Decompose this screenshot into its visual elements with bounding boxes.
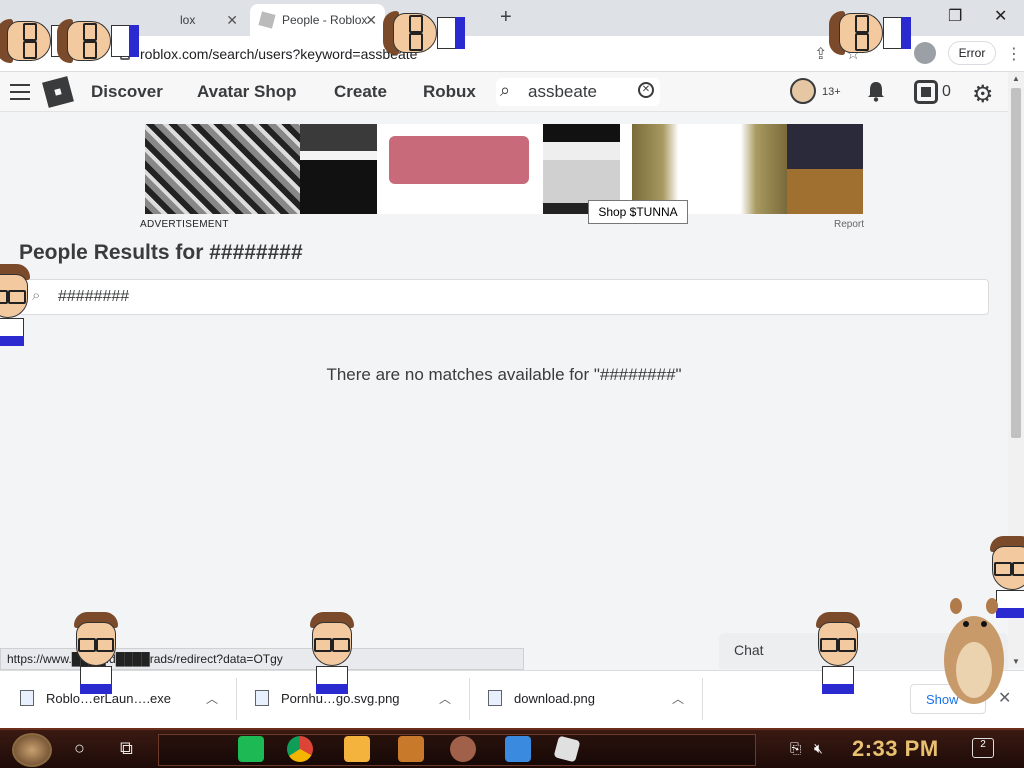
onedrive-app-icon[interactable] <box>505 736 531 762</box>
download-item[interactable]: download.png ︿ <box>488 678 698 718</box>
share-icon[interactable]: ⇪ <box>814 44 827 64</box>
gear-icon[interactable]: ⚙ <box>972 80 994 109</box>
hamburger-menu-icon[interactable] <box>10 84 30 100</box>
nav-create[interactable]: Create <box>334 82 387 102</box>
people-search-value: ######## <box>58 288 130 305</box>
clear-search-icon[interactable]: ✕ <box>638 82 654 98</box>
clock[interactable]: 2:33 PM <box>852 736 939 762</box>
download-name: download.png <box>514 690 595 706</box>
chevron-up-icon[interactable]: ︿ <box>672 690 684 707</box>
chrome-app-icon[interactable] <box>287 736 313 762</box>
ad-image <box>377 124 543 214</box>
cartoon-character-overlay <box>57 11 139 71</box>
notification-center-icon[interactable]: 2 <box>972 738 994 758</box>
search-value: assbeate <box>528 82 597 101</box>
task-view-icon[interactable]: ⧉ <box>120 738 133 759</box>
cartoon-character-overlay <box>302 612 362 694</box>
spotify-app-icon[interactable] <box>238 736 264 762</box>
robux-count: 0 <box>942 83 951 100</box>
scroll-down-icon[interactable]: ▼ <box>1012 657 1020 666</box>
divider <box>236 678 237 720</box>
more-menu-icon[interactable]: ⋮ <box>1006 44 1022 64</box>
advertisement-banner[interactable] <box>145 124 863 214</box>
close-window-icon[interactable]: ✕ <box>994 6 1007 26</box>
cartoon-character-overlay <box>0 264 38 346</box>
tab-people-roblox[interactable]: People - Roblox ✕ <box>250 4 385 36</box>
roblox-favicon-icon <box>258 11 276 29</box>
close-icon[interactable]: ✕ <box>226 12 238 29</box>
restore-window-icon[interactable]: ❐ <box>948 6 962 26</box>
exe-file-icon <box>20 690 34 706</box>
ad-report-link[interactable]: Report <box>834 219 864 230</box>
ad-image <box>787 124 863 214</box>
url-field[interactable]: roblox.com/search/users?keyword=assbeate <box>112 40 872 68</box>
image-file-icon <box>488 690 502 706</box>
cartoon-character-overlay <box>383 3 465 63</box>
people-search-input[interactable]: ⌕ ######## <box>19 279 989 315</box>
cartoon-character-overlay <box>66 612 126 694</box>
roblox-logo-icon[interactable] <box>42 76 74 108</box>
chevron-up-icon[interactable]: ︿ <box>206 690 218 707</box>
nav-avatar-shop[interactable]: Avatar Shop <box>197 82 297 102</box>
media-app-icon[interactable] <box>450 736 476 762</box>
roblox-search-input[interactable]: ⌕ assbeate ✕ <box>496 78 660 106</box>
age-badge: 13+ <box>822 86 841 98</box>
search-circle-icon[interactable]: ○ <box>74 738 85 759</box>
close-icon[interactable]: ✕ <box>365 12 377 29</box>
user-avatar[interactable] <box>790 78 816 104</box>
network-icon[interactable]: ⎘ <box>790 740 801 757</box>
file-explorer-icon[interactable] <box>344 736 370 762</box>
search-icon: ⌕ <box>500 80 511 100</box>
tab-title: People - Roblox <box>282 13 368 27</box>
hamster-overlay <box>944 598 1004 704</box>
ad-image <box>300 124 377 214</box>
chevron-up-icon[interactable]: ︿ <box>439 690 451 707</box>
error-button[interactable]: Error <box>948 41 996 65</box>
robux-icon[interactable] <box>914 80 938 104</box>
profile-avatar-icon[interactable] <box>914 42 936 64</box>
volume-muted-icon[interactable]: 🔇︎ <box>814 740 823 757</box>
divider <box>702 678 703 720</box>
page-title: People Results for ######## <box>19 241 303 264</box>
cartoon-character-overlay <box>808 612 868 694</box>
nav-discover[interactable]: Discover <box>91 82 163 102</box>
scroll-up-icon[interactable]: ▲ <box>1012 74 1020 83</box>
no-results-message: There are no matches available for "####… <box>326 365 682 384</box>
notification-bell-icon[interactable] <box>866 80 886 102</box>
nav-robux[interactable]: Robux <box>423 82 476 102</box>
cartoon-character-overlay <box>829 3 911 63</box>
ad-tooltip: Shop $TUNNA <box>588 200 688 224</box>
ad-image <box>145 124 300 214</box>
start-button-icon[interactable] <box>12 733 52 767</box>
document-app-icon[interactable] <box>398 736 424 762</box>
new-tab-icon[interactable]: + <box>500 6 512 29</box>
image-file-icon <box>255 690 269 706</box>
roblox-header: Discover Avatar Shop Create Robux ⌕ assb… <box>0 72 1008 112</box>
tab-title: lox <box>180 13 196 27</box>
url-text: roblox.com/search/users?keyword=assbeate <box>140 46 418 62</box>
advertisement-label: ADVERTISEMENT <box>140 219 229 230</box>
divider <box>469 678 470 720</box>
scroll-thumb[interactable] <box>1011 88 1021 438</box>
windows-taskbar: ○ ⧉ ⎘ 🔇︎ 2:33 PM 2 <box>0 728 1024 768</box>
